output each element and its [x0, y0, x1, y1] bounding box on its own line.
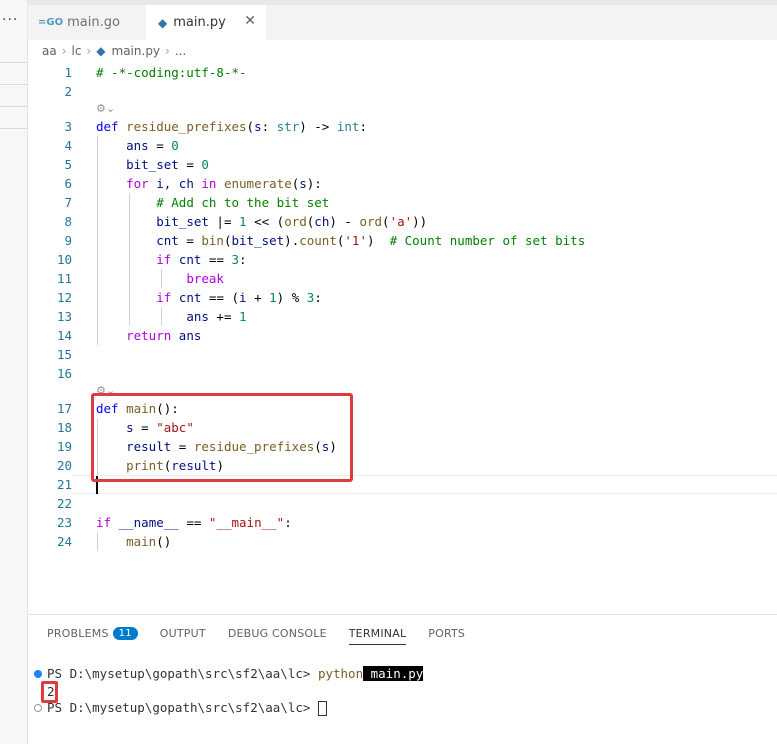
line-number: 20 [56, 458, 72, 473]
tab-label: PROBLEMS [47, 626, 109, 640]
line-number: 13 [56, 309, 72, 324]
breadcrumb-item[interactable]: aa [42, 44, 57, 58]
line-number: 16 [56, 366, 72, 381]
activity-strip: ··· [0, 0, 28, 744]
tab-label: main.py [173, 15, 226, 30]
line-number: 17 [56, 401, 72, 416]
breadcrumb: aa › lc › ◆ main.py › ... [28, 40, 777, 62]
line-number: 19 [56, 439, 72, 454]
tab-label: DEBUG CONSOLE [227, 626, 327, 640]
tab-main-py[interactable]: ◆ main.py ✕ [146, 5, 266, 40]
tab-main-go[interactable]: =GO main.go [32, 5, 144, 40]
tab-output[interactable]: OUTPUT [160, 615, 206, 651]
chevron-right-icon: › [61, 44, 67, 58]
tab-label: TERMINAL [348, 626, 407, 640]
code-line-9: cnt = bin(bit_set).count('1') # Count nu… [156, 233, 586, 248]
line-number: 11 [56, 271, 72, 286]
line-number: 8 [64, 214, 72, 229]
line-number: 3 [64, 119, 72, 134]
tab-terminal[interactable]: TERMINAL [348, 615, 407, 651]
panel-tab-bar: PROBLEMS 11 OUTPUT DEBUG CONSOLE TERMINA… [28, 615, 777, 651]
line-number: 23 [56, 515, 72, 530]
line-number: 2 [64, 84, 72, 99]
code-line-10: if cnt == 3: [156, 252, 247, 267]
tab-label: PORTS [428, 626, 466, 640]
terminal-cursor [317, 701, 327, 716]
code-line-13: ans += 1 [186, 309, 247, 324]
editor-tab-bar: =GO main.go ◆ main.py ✕ [28, 0, 777, 40]
code-line-11: break [186, 271, 224, 286]
problems-count-badge: 11 [112, 626, 138, 640]
line-number: 18 [56, 420, 72, 435]
strip-divider [0, 62, 28, 63]
tab-label: main.go [67, 15, 120, 30]
go-file-icon: =GO [38, 17, 64, 28]
line-number: 22 [56, 496, 72, 511]
command-pending-icon [34, 704, 42, 712]
tab-debug-console[interactable]: DEBUG CONSOLE [228, 615, 327, 651]
line-number: 6 [64, 176, 72, 191]
code-line-3: def residue_prefixes(s: str) -> int: [96, 119, 367, 134]
line-number: 15 [56, 347, 72, 362]
line-number: 10 [56, 252, 72, 267]
code-line-1: # -*-coding:utf-8-*- [96, 65, 247, 80]
terminal-line[interactable]: PS D:\mysetup\gopath\src\sf2\aa\lc> [47, 699, 327, 717]
code-line-23: if __name__ == "__main__": [96, 515, 292, 530]
code-line-24: main() [126, 534, 172, 549]
line-number: 12 [56, 290, 72, 305]
line-number: 5 [64, 157, 72, 172]
tab-label: OUTPUT [159, 626, 206, 640]
code-line-5: bit_set = 0 [126, 157, 209, 172]
breadcrumb-item[interactable]: main.py [112, 44, 161, 58]
chevron-right-icon: › [165, 44, 170, 58]
breadcrumb-item[interactable]: ... [175, 44, 186, 58]
close-icon[interactable]: ✕ [244, 13, 256, 29]
line-number: 7 [64, 195, 72, 210]
line-number: 14 [56, 328, 72, 343]
highlight-box [91, 393, 353, 482]
python-file-icon: ◆ [158, 15, 168, 30]
line-number: 4 [64, 138, 72, 153]
line-number: 21 [56, 477, 72, 492]
tab-ports[interactable]: PORTS [428, 615, 465, 651]
breadcrumb-item[interactable]: lc [72, 44, 82, 58]
python-file-icon: ◆ [96, 44, 106, 58]
code-line-12: if cnt == (i + 1) % 3: [156, 290, 322, 305]
strip-divider [0, 106, 28, 107]
chevron-right-icon: › [86, 44, 92, 58]
code-line-7: # Add ch to the bit set [156, 195, 330, 210]
code-line-4: ans = 0 [126, 138, 179, 153]
code-line-14: return ans [126, 328, 202, 343]
tab-problems[interactable]: PROBLEMS 11 [47, 615, 138, 651]
line-number: 9 [64, 233, 72, 248]
line-number: 24 [56, 534, 72, 549]
command-success-icon[interactable] [34, 670, 42, 678]
bottom-panel: PROBLEMS 11 OUTPUT DEBUG CONSOLE TERMINA… [28, 614, 777, 744]
codelens-icon[interactable]: ⚙⌄ [96, 99, 115, 118]
terminal-line: PS D:\mysetup\gopath\src\sf2\aa\lc> pyth… [47, 666, 424, 681]
more-actions-icon[interactable]: ··· [2, 12, 18, 28]
line-number: 1 [64, 65, 72, 80]
strip-divider [0, 128, 28, 129]
code-line-8: bit_set |= 1 << (ord(ch) - ord('a')) [156, 214, 428, 229]
code-editor[interactable]: 1 2 3 4 5 6 7 8 9 10 11 12 13 14 15 16 1… [28, 62, 777, 614]
strip-divider [0, 84, 28, 85]
code-line-6: for i, ch in enumerate(s): [126, 176, 322, 191]
